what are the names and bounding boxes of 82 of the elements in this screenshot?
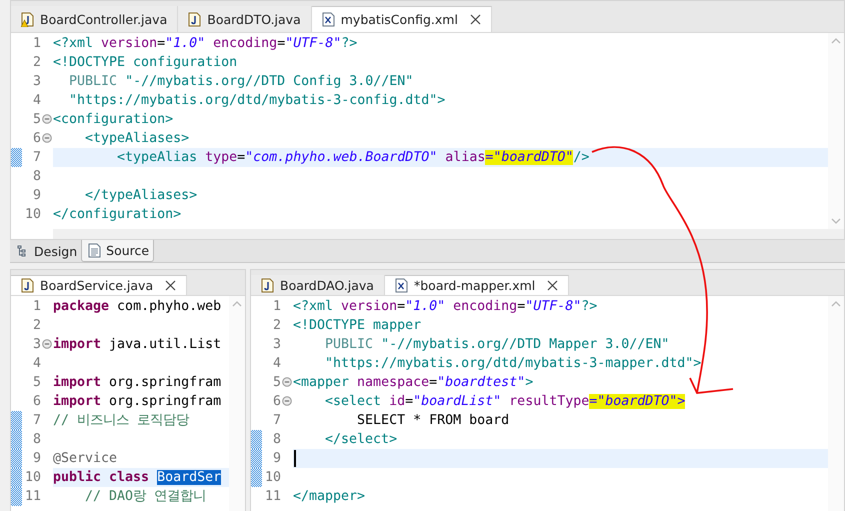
view-tab[interactable]: Source — [81, 240, 154, 262]
line-number: 3 — [32, 73, 41, 91]
editor-tab[interactable]: BoardDAO.java — [251, 275, 385, 295]
code-line: PUBLIC "-//mybatis.org//DTD Mapper 3.0//EN" — [324, 336, 670, 354]
code-line: SELECT * FROM board — [356, 412, 510, 430]
line-number: 3 — [32, 336, 41, 354]
close-icon[interactable] — [470, 14, 481, 25]
editor-tab[interactable]: BoardDTO.java — [178, 6, 312, 32]
line-number: 2 — [32, 317, 41, 335]
line-number: 10 — [264, 469, 281, 487]
code-line: import org.springfram — [53, 374, 222, 392]
code-line: <?xml version="1.0" encoding="UTF-8"?> — [53, 35, 358, 53]
line-number: 2 — [32, 54, 41, 72]
code-line: // 비즈니스 로직담당 — [53, 412, 190, 430]
vertical-scrollbar[interactable] — [828, 296, 844, 511]
code-line: <mapper namespace="boardtest"> — [293, 374, 534, 392]
code-line: <?xml version="1.0" encoding="UTF-8"?> — [293, 298, 598, 316]
xml-file-icon — [394, 278, 408, 293]
vertical-scrollbar[interactable] — [229, 296, 245, 511]
view-tab[interactable]: Design — [10, 240, 82, 262]
code-line: <!DOCTYPE configuration — [53, 54, 238, 72]
line-number: 1 — [32, 35, 41, 53]
java-file-icon — [261, 278, 274, 292]
line-number: 6 — [32, 130, 41, 148]
horizontal-scrollbar[interactable] — [53, 229, 844, 239]
java-file-warning-icon — [21, 12, 34, 26]
code-line: import org.springfram — [53, 393, 222, 411]
fold-icon[interactable] — [42, 339, 52, 349]
code-line: </mapper> — [293, 488, 366, 506]
close-icon[interactable] — [547, 280, 558, 291]
line-number: 9 — [272, 450, 281, 468]
line-number: 7 — [272, 412, 281, 430]
line-number: 10 — [24, 206, 41, 224]
xml-file-icon — [322, 12, 335, 27]
code-line: // DAO랑 연결합니 — [84, 488, 208, 506]
code-line: <select id="boardList" resultType="boardDTO"> — [324, 393, 686, 411]
line-number: 11 — [264, 488, 281, 506]
code-line: <!DOCTYPE mapper — [293, 317, 422, 335]
code-line: </typeAliases> — [84, 187, 198, 205]
editor-tab[interactable]: mybatisConfig.xml — [312, 6, 492, 32]
editor-tab[interactable]: BoardService.java — [11, 275, 188, 295]
java-file-icon — [21, 278, 34, 293]
line-number: 5 — [32, 374, 41, 392]
fold-icon[interactable] — [42, 133, 52, 143]
line-number: 4 — [32, 92, 41, 110]
line-number: 9 — [32, 187, 41, 205]
line-number: 2 — [272, 317, 281, 335]
code-line: <configuration> — [53, 111, 174, 129]
line-number: 6 — [272, 393, 281, 411]
editor-tab[interactable]: BoardController.java — [11, 6, 178, 32]
line-number: 7 — [32, 149, 41, 167]
line-number: 5 — [32, 111, 41, 129]
line-number: 1 — [272, 298, 281, 316]
code-line: </configuration> — [53, 206, 182, 224]
line-number: 10 — [24, 469, 41, 487]
fold-icon[interactable] — [42, 114, 52, 124]
line-number: 1 — [32, 298, 41, 316]
fold-icon[interactable] — [282, 377, 292, 387]
code-line: "https://mybatis.org/dtd/mybatis-3-config.dtd"> — [68, 92, 446, 110]
code-line: "https://mybatis.org/dtd/mybatis-3-mapper.dtd"> — [324, 355, 702, 373]
line-number: 7 — [32, 412, 41, 430]
close-icon[interactable] — [165, 280, 176, 291]
document-icon — [88, 243, 102, 258]
code-line: PUBLIC "-//mybatis.org//DTD Config 3.0//EN" — [68, 73, 414, 91]
line-number: 8 — [32, 431, 41, 449]
line-number: 8 — [32, 168, 41, 186]
line-number: 6 — [32, 393, 41, 411]
editor-tab[interactable]: *board-mapper.xml — [384, 275, 570, 295]
line-number: 4 — [32, 355, 41, 373]
java-file-icon — [188, 12, 202, 26]
fold-icon[interactable] — [282, 396, 292, 406]
line-number: 11 — [24, 488, 41, 506]
code-line: <typeAliases> — [84, 130, 190, 148]
line-number: 3 — [272, 336, 281, 354]
code-line: package com.phyho.web — [53, 298, 222, 316]
line-number: 9 — [32, 450, 41, 468]
line-number: 8 — [272, 431, 281, 449]
code-line: </select> — [324, 431, 398, 449]
code-line: import java.util.List — [53, 336, 222, 354]
line-number: 5 — [272, 374, 281, 392]
line-number: 4 — [272, 355, 281, 373]
code-line: @Service — [53, 450, 118, 468]
